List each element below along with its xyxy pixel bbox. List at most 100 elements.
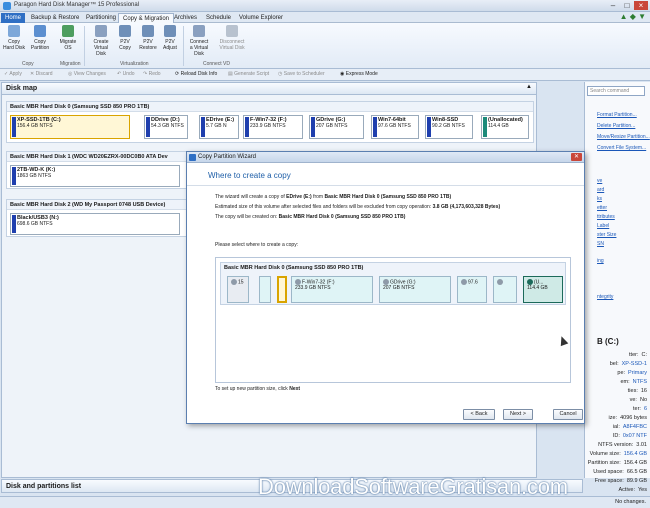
wizard-icon	[189, 154, 196, 161]
partition-icon	[461, 279, 467, 285]
migrate-os-button[interactable]: Migrate OS	[57, 25, 79, 51]
p2v-copy-button[interactable]: P2V Copy	[114, 25, 136, 51]
volume-property: NTFS version: 3.01	[598, 442, 647, 448]
disconnect-virtual-disk-button[interactable]: Disconnect Virtual Disk	[219, 25, 245, 51]
wizard-heading: Where to create a copy	[208, 171, 291, 180]
wizard-partition-unallocated[interactable]: (U... 114.4 GB	[523, 276, 563, 303]
volume-property: ter: 6	[632, 406, 647, 412]
right-link-fragment[interactable]: ve	[597, 178, 602, 184]
volume-property: Used space: 66.5 GB	[593, 469, 647, 475]
close-button[interactable]: ×	[634, 1, 648, 10]
cancel-button[interactable]: Cancel	[553, 409, 583, 420]
back-button[interactable]: < Back	[463, 409, 495, 420]
volume-property: pe: Primary	[617, 370, 647, 376]
minimize-button[interactable]: –	[606, 1, 620, 10]
copy-partition-wizard: Copy Partition Wizard ✕ Where to create …	[186, 151, 585, 424]
partition-win8-ssd[interactable]: Win8-SSD 90.2 GB NTFS	[425, 115, 473, 139]
partition-unallocated[interactable]: (Unallocated) 114.4 GB	[481, 115, 529, 139]
format-partition-link[interactable]: Format Partition...	[597, 112, 637, 118]
p2v-restore-button[interactable]: P2V Restore	[137, 25, 159, 51]
menu-home[interactable]: Home	[1, 13, 26, 23]
menu-volume-explorer[interactable]: Volume Explorer	[235, 13, 287, 23]
right-link-fragment[interactable]: ster Size	[597, 232, 616, 238]
redo-button[interactable]: ↷ Redo	[143, 71, 161, 77]
wizard-partition-f[interactable]: F-Win7-32 (F:) 233.9 GB NTFS	[291, 276, 373, 303]
wizard-partition[interactable]	[259, 276, 271, 303]
generate-script-button[interactable]: ▤ Generate Script	[228, 71, 269, 77]
wizard-select-text: Please select where to create a copy:	[215, 242, 299, 248]
collapse-icon[interactable]: ▲	[526, 84, 532, 90]
menu-partitioning[interactable]: Partitioning	[82, 13, 120, 23]
right-link-fragment[interactable]: ard	[597, 187, 604, 193]
menu-archives[interactable]: Archives	[170, 13, 201, 23]
wizard-close-button[interactable]: ✕	[571, 153, 582, 161]
copy-hard-disk-button[interactable]: Copy Hard Disk	[3, 25, 25, 51]
wizard-partition[interactable]: 15	[227, 276, 249, 303]
wizard-line-3: The copy will be created on: Basic MBR H…	[215, 214, 406, 220]
right-link-fragment[interactable]: SN	[597, 241, 604, 247]
search-input[interactable]: Search command	[587, 86, 645, 96]
express-mode-button[interactable]: ◉ Express Mode	[340, 71, 378, 77]
reload-disk-info-button[interactable]: ⟳ Reload Disk Info	[175, 71, 217, 77]
ribbon-separator	[183, 26, 184, 66]
save-to-scheduler-button[interactable]: ◷ Save to Scheduler	[278, 71, 325, 77]
menu-schedule[interactable]: Schedule	[202, 13, 235, 23]
view-changes-button[interactable]: ◎ View Changes	[68, 71, 106, 77]
right-link-fragment[interactable]: ntegrity	[597, 294, 613, 300]
wizard-partition[interactable]	[493, 276, 517, 303]
partition-f[interactable]: F-Win7-32 (F:) 233.9 GB NTFS	[243, 115, 303, 139]
wizard-disk-header: Basic MBR Hard Disk 0 (Samsung SSD 850 P…	[224, 265, 364, 271]
volume-property: ve: No	[629, 397, 647, 403]
next-button[interactable]: Next >	[503, 409, 533, 420]
move-resize-link[interactable]: Move/Resize Partition...	[597, 134, 650, 140]
menu-copy-migration[interactable]: Copy & Migration	[118, 13, 175, 23]
right-link-fragment[interactable]: ks	[597, 196, 602, 202]
right-panel: Format Partition... Delete Partition... …	[584, 82, 650, 502]
toolbar: ✓ Apply ✕ Discard ◎ View Changes ↶ Undo …	[0, 69, 650, 81]
undo-button[interactable]: ↶ Undo	[117, 71, 135, 77]
partition-c[interactable]: XP-SSD-1TB (C:) 156.4 GB NTFS	[10, 115, 130, 139]
disk-0: Basic MBR Hard Disk 0 (Samsung SSD 850 P…	[6, 101, 534, 143]
apply-button[interactable]: ✓ Apply	[4, 71, 22, 77]
window-title: Paragon Hard Disk Manager™ 15 Profession…	[14, 2, 140, 8]
partition-n[interactable]: Black/USB3 (N:) 698.6 GB NTFS	[10, 213, 180, 235]
convert-fs-link[interactable]: Convert File System...	[597, 145, 646, 151]
partition-k[interactable]: 2TB-WD-K (K:) 1863 GB NTFS	[10, 165, 180, 187]
migrate-icon	[62, 25, 74, 37]
wizard-partition-g[interactable]: GDrive (G:) 207 GB NTFS	[379, 276, 451, 303]
right-link-fragment[interactable]: Label	[597, 223, 609, 229]
app-icon	[3, 2, 11, 10]
p2v-restore-icon	[142, 25, 154, 37]
menu-bar: Home Backup & Restore Partitioning Copy …	[0, 12, 650, 23]
partition-win7-64bit[interactable]: Win7-64bit 97.6 GB NTFS	[371, 115, 419, 139]
disconnect-icon	[226, 25, 238, 37]
right-link-fragment[interactable]: ing	[597, 258, 604, 264]
discard-button[interactable]: ✕ Discard	[30, 71, 53, 77]
partition-g[interactable]: GDrive (G:) 207 GB NTFS	[309, 115, 364, 139]
virtual-disk-icon	[95, 25, 107, 37]
volume-property: ial: A8F4FBC	[612, 424, 647, 430]
partition-e[interactable]: EDrive (E:) 5.7 GB N	[199, 115, 239, 139]
volume-title: B (C:)	[597, 337, 619, 346]
wizard-partition[interactable]: 97.6	[457, 276, 487, 303]
right-link-fragment[interactable]: ttributes	[597, 214, 615, 220]
help-icons[interactable]: ▲ ◆ ▼	[620, 12, 646, 21]
maximize-button[interactable]: □	[620, 1, 634, 10]
volume-property: Free space: 89.9 GB	[594, 478, 647, 484]
wizard-partition-selected[interactable]	[277, 276, 287, 303]
p2v-adjust-button[interactable]: P2V Adjust	[159, 25, 181, 51]
right-link-fragment[interactable]: etter	[597, 205, 607, 211]
delete-partition-link[interactable]: Delete Partition...	[597, 123, 635, 129]
wizard-disk-pane: Basic MBR Hard Disk 0 (Samsung SSD 850 P…	[215, 257, 571, 383]
create-virtual-disk-button[interactable]: Create Virtual Disk	[90, 25, 112, 57]
partition-icon	[497, 279, 503, 285]
connect-icon	[193, 25, 205, 37]
ribbon-group-migration: Migration	[60, 61, 81, 67]
title-bar: Paragon Hard Disk Manager™ 15 Profession…	[0, 0, 650, 12]
volume-property: ize: 4096 bytes	[608, 415, 647, 421]
partition-d[interactable]: DDrive (D:) 54.3 GB NTFS	[144, 115, 188, 139]
copy-partition-button[interactable]: Copy Partition	[29, 25, 51, 51]
menu-backup-restore[interactable]: Backup & Restore	[27, 13, 83, 23]
connect-virtual-disk-button[interactable]: Connect a Virtual Disk	[188, 25, 210, 57]
watermark: DownloadSoftwareGratisan.com	[258, 474, 568, 499]
